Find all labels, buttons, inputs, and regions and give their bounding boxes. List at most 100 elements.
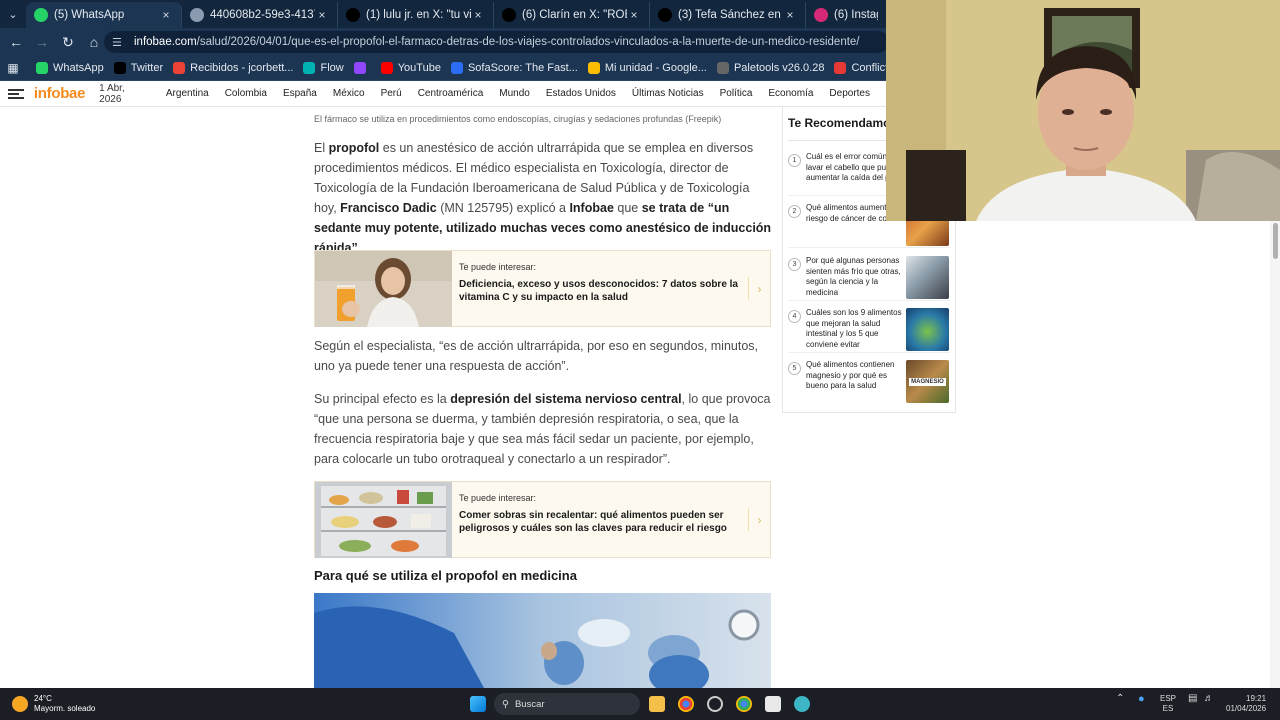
clock-time: 19:21 [1246,694,1267,703]
bookmark-item[interactable]: Mi unidad - Google... [587,62,707,74]
network-icon[interactable]: ▤ [1188,694,1197,704]
weather-desc: Mayorm. soleado [34,704,96,713]
tab-title: (1) lulu jr. en X: "tu viejo a punt [366,9,471,21]
recommendation-text[interactable]: Qué alimentos contienen magnesio y por q… [806,360,902,392]
close-tab-icon[interactable]: × [159,8,173,22]
header-date: 1 Abr, 2026 [99,82,125,105]
search-icon: ⚲ [502,698,509,710]
reload-icon[interactable]: ↻ [56,30,80,54]
site-logo[interactable]: infobae [34,85,86,102]
related-kicker: Te puede interesar: [459,262,537,272]
section-nav-link[interactable]: Política [720,88,753,99]
bookmark-item[interactable]: Paletools v26.0.28 [716,62,824,74]
bookmark-icon [173,62,186,74]
weather-temp: 24°C [34,694,52,703]
apps-grid-icon[interactable]: ▦ [0,58,26,78]
app-icon[interactable] [794,696,810,712]
recommendation-thumbnail[interactable]: MAGNESIO [906,360,949,403]
menu-icon[interactable] [8,88,24,99]
thumbnail-label: MAGNESIO [909,377,946,386]
chrome-profile-icon[interactable] [736,696,752,712]
section-nav-link[interactable]: Colombia [225,88,267,99]
bookmark-item[interactable]: Flow [303,62,344,74]
home-icon[interactable]: ⌂ [82,30,106,54]
section-nav-link[interactable]: Perú [381,88,402,99]
close-tab-icon[interactable]: × [783,8,797,22]
item-number: 5 [788,362,801,375]
chevron-right-icon[interactable]: › [748,277,770,300]
bookmark-item[interactable]: YouTube [380,62,441,74]
related-headline[interactable]: Comer sobras sin recalentar: qué aliment… [459,509,740,535]
webcam-overlay [886,0,1280,221]
bookmark-icon [353,62,366,74]
bookmark-icon [303,62,316,74]
clock[interactable]: 19:21 01/04/2026 [1226,694,1266,714]
address-bar[interactable]: ☰ infobae.com/salud/2026/04/01/que-es-el… [104,31,889,53]
close-tab-icon[interactable]: × [627,8,641,22]
recommendation-item[interactable]: 5 Qué alimentos contienen magnesio y por… [788,360,950,404]
section-nav-link[interactable]: Argentina [166,88,209,99]
steam-icon[interactable] [707,696,723,712]
recommendation-item[interactable]: 4 Cuáles son los 9 alimentos que mejoran… [788,308,950,353]
tab-search-icon[interactable]: ⌄ [0,0,26,28]
close-tab-icon[interactable]: × [315,8,329,22]
bookmark-icon [450,62,463,74]
forward-icon[interactable]: → [30,30,54,54]
page-scrollbar[interactable] [1270,220,1280,688]
globe-icon [190,8,204,22]
bookmark-label: Flow [320,62,344,74]
section-nav-link[interactable]: Deportes [829,88,870,99]
section-nav-link[interactable]: Últimas Noticias [632,88,704,99]
recommendation-item[interactable]: 3 Por qué algunas personas sienten más f… [788,256,950,301]
browser-tab[interactable]: (6) Instagram [806,2,886,28]
file-explorer-icon[interactable] [649,696,665,712]
related-headline[interactable]: Deficiencia, exceso y usos desconocidos:… [459,278,740,304]
item-number: 1 [788,154,801,167]
volume-icon[interactable]: ♬ [1204,694,1214,704]
bookmark-item[interactable]: SofaScore: The Fast... [450,62,578,74]
related-article-card[interactable]: Te puede interesar: Deficiencia, exceso … [314,250,771,327]
bookmark-item[interactable] [353,62,371,74]
section-nav-link[interactable]: España [283,88,317,99]
bookmark-item[interactable]: WhatsApp [36,62,104,74]
image-caption: El fármaco se utiliza en procedimientos … [314,114,722,124]
section-nav-link[interactable]: Centroamérica [418,88,484,99]
bookmark-icon [587,62,600,74]
chevron-up-icon[interactable]: ⌃ [1116,694,1124,704]
site-info-icon[interactable]: ☰ [112,36,124,49]
close-tab-icon[interactable]: × [471,8,485,22]
bookmark-item[interactable]: Recibidos - jcorbett... [173,62,293,74]
browser-tab[interactable]: (1) lulu jr. en X: "tu viejo a punt× [338,2,494,28]
browser-tab[interactable]: (6) Clarín en X: "ROBO DE PROP× [494,2,650,28]
scrollbar-thumb[interactable] [1273,223,1278,259]
section-nav-link[interactable]: Economía [768,88,813,99]
article-paragraph-3: Su principal efecto es la depresión del … [314,392,771,466]
recommendation-text[interactable]: Cuáles son los 9 alimentos que mejoran l… [806,308,902,350]
section-nav-link[interactable]: Estados Unidos [546,88,616,99]
browser-tab[interactable]: 440608b2-59e3-4137-bf15-958× [182,2,338,28]
related-article-image [315,482,452,558]
weather-widget[interactable]: 24°C Mayorm. soleado [12,694,95,714]
app-icon[interactable] [765,696,781,712]
windows-start-icon[interactable] [470,696,486,712]
browser-tab[interactable]: (3) Tefa Sánchez en X: "@Juli3C× [650,2,806,28]
browser-tab[interactable]: (5) WhatsApp × [26,2,182,28]
language-indicator[interactable]: ESP ES [1160,694,1176,714]
recommendation-thumbnail[interactable] [906,308,949,351]
chrome-icon[interactable] [678,696,694,712]
recommendation-thumbnail[interactable] [906,256,949,299]
back-icon[interactable]: ← [4,30,28,54]
section-nav-link[interactable]: Mundo [499,88,530,99]
recommendation-text[interactable]: Por qué algunas personas sienten más frí… [806,256,902,298]
site-header: infobae 1 Abr, 2026 Argentina Colombia Esp… [0,81,886,107]
bookmark-label: YouTube [397,62,441,74]
article-paragraph-2: Según el especialista, “es de acción ult… [314,339,759,373]
section-nav-link[interactable]: México [333,88,365,99]
bookmark-item[interactable]: Twitter [113,62,163,74]
bookmark-icon [716,62,729,74]
tab-title: (6) Clarín en X: "ROBO DE PROP [522,9,627,21]
chevron-right-icon[interactable]: › [748,508,770,531]
related-article-card[interactable]: Te puede interesar: Comer sobras sin rec… [314,481,771,558]
microphone-icon[interactable]: ● [1138,694,1145,705]
taskbar-search[interactable]: ⚲ Buscar [494,693,640,715]
